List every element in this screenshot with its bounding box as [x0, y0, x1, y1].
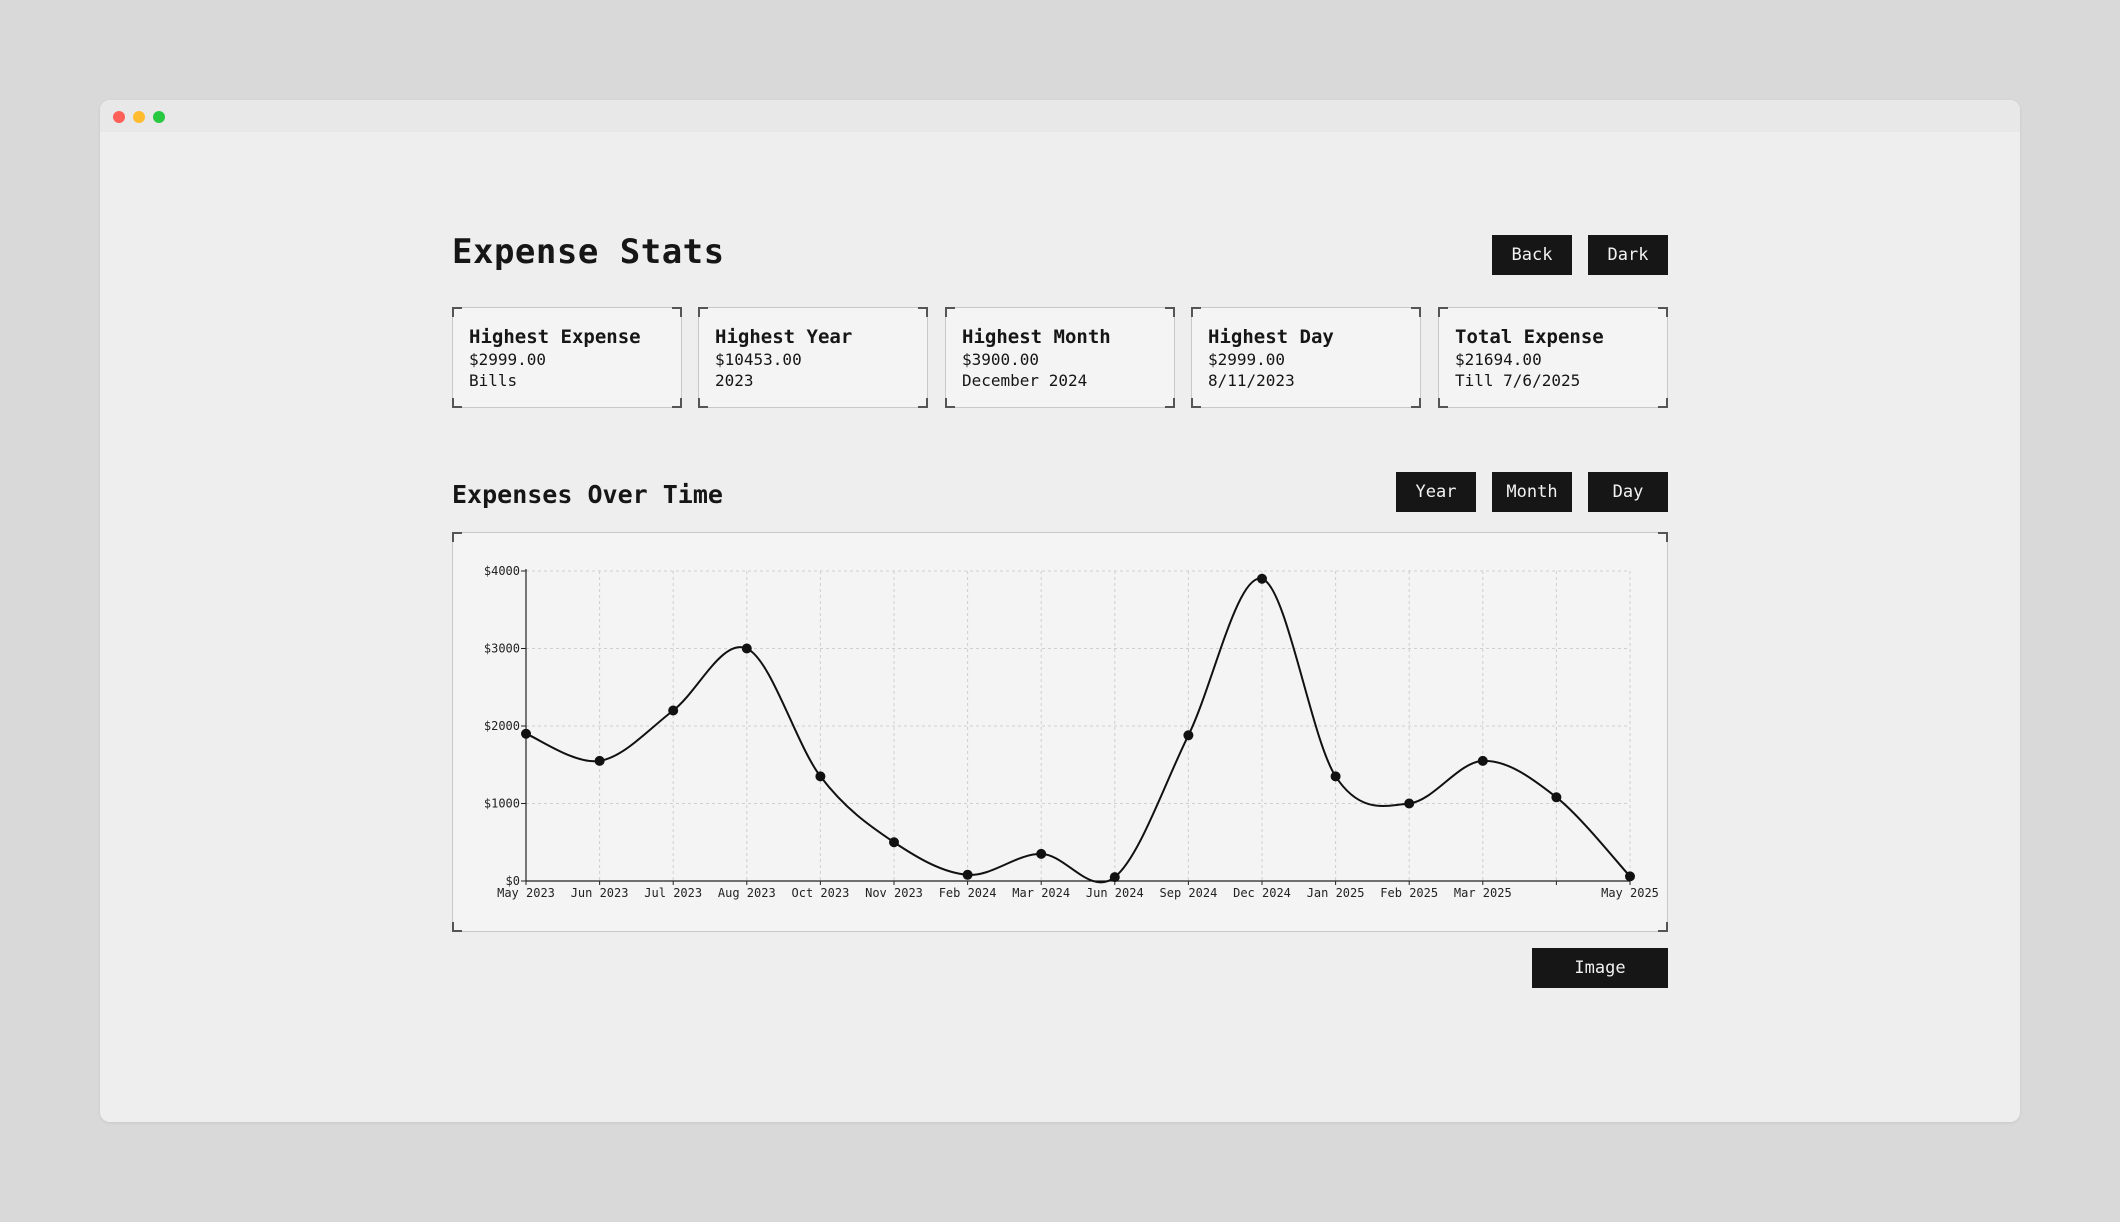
year-button[interactable]: Year: [1396, 472, 1476, 512]
card-detail: Bills: [469, 371, 518, 390]
card-detail: 8/11/2023: [1208, 371, 1295, 390]
series-line: [525, 577, 1631, 884]
app-window: Expense Stats Back Dark Highest Expense …: [100, 100, 2020, 1122]
data-point: [815, 771, 826, 782]
back-button[interactable]: Back: [1492, 235, 1572, 275]
close-window-icon[interactable]: [113, 111, 125, 123]
data-point: [1625, 871, 1635, 882]
x-tick-label: Sep 2024: [1160, 886, 1218, 900]
card-title: Highest Year: [715, 326, 853, 348]
card-value: $2999.00: [1208, 350, 1286, 369]
maximize-window-icon[interactable]: [153, 111, 165, 123]
data-point: [521, 728, 531, 739]
minimize-window-icon[interactable]: [133, 111, 145, 123]
x-tick-label: Mar 2024: [1012, 886, 1070, 900]
stats-cards: Highest Expense $2999.00 Bills Highest Y…: [452, 307, 1668, 408]
page-title: Expense Stats: [452, 232, 725, 272]
main-content: Expense Stats Back Dark Highest Expense …: [452, 100, 1668, 1122]
card-value: $2999.00: [469, 350, 547, 369]
data-point: [1404, 798, 1415, 809]
y-tick-label: $1000: [484, 797, 520, 811]
card-value: $3900.00: [962, 350, 1040, 369]
data-point: [741, 643, 752, 654]
data-point: [594, 755, 605, 766]
section-title: Expenses Over Time: [452, 480, 723, 509]
card-value: $21694.00: [1455, 350, 1542, 369]
card-detail: Till 7/6/2025: [1455, 371, 1581, 390]
card-detail: 2023: [715, 371, 754, 390]
stat-card-highest-day: Highest Day $2999.00 8/11/2023: [1191, 307, 1421, 408]
stat-card-total-expense: Total Expense $21694.00 Till 7/6/2025: [1438, 307, 1668, 408]
data-point: [1036, 848, 1047, 859]
x-tick-label: May 2025: [1601, 886, 1659, 900]
dark-mode-button[interactable]: Dark: [1588, 235, 1668, 275]
x-tick-label: Jun 2024: [1086, 886, 1144, 900]
day-button[interactable]: Day: [1588, 472, 1668, 512]
y-tick-label: $2000: [484, 719, 520, 733]
card-title: Highest Month: [962, 326, 1111, 348]
data-point: [668, 705, 679, 716]
card-title: Highest Day: [1208, 326, 1334, 348]
data-point: [1257, 573, 1267, 584]
data-point: [1330, 771, 1341, 782]
x-tick-label: Feb 2025: [1380, 886, 1438, 900]
x-tick-label: Oct 2023: [792, 886, 850, 900]
x-tick-label: Aug 2023: [718, 886, 776, 900]
stat-card-highest-month: Highest Month $3900.00 December 2024: [945, 307, 1175, 408]
card-title: Total Expense: [1455, 326, 1604, 348]
card-detail: December 2024: [962, 371, 1088, 390]
chart-svg: $0$1000$2000$3000$4000May 2023 Jun 2023 Ju…: [484, 564, 1659, 900]
data-point: [1477, 755, 1488, 766]
data-point: [1551, 792, 1562, 803]
y-tick-label: $3000: [484, 642, 520, 656]
data-point: [1109, 872, 1120, 883]
x-tick-label: Feb 2024: [939, 886, 997, 900]
x-tick-label: Mar 2025: [1454, 886, 1512, 900]
stat-card-highest-year: Highest Year $10453.00 2023: [698, 307, 928, 408]
x-tick-label: May 2023: [497, 886, 555, 900]
card-title: Highest Expense: [469, 326, 641, 348]
x-tick-label: Nov 2023: [865, 886, 923, 900]
y-tick-label: $4000: [484, 564, 520, 578]
x-tick-label: Jul 2023: [644, 886, 702, 900]
x-tick-label: Jun 2023: [571, 886, 629, 900]
x-tick-label: Jan 2025: [1307, 886, 1365, 900]
data-point: [1183, 730, 1194, 741]
export-image-button[interactable]: Image: [1532, 948, 1668, 988]
data-point: [889, 837, 899, 848]
month-button[interactable]: Month: [1492, 472, 1572, 512]
x-tick-label: Dec 2024: [1233, 886, 1291, 900]
stat-card-highest-expense: Highest Expense $2999.00 Bills: [452, 307, 682, 408]
card-value: $10453.00: [715, 350, 802, 369]
expenses-chart: $0 $1000 $2000 $3000 $4000 May 2023 Jun 2023 Ju…: [452, 532, 1668, 932]
data-point: [962, 869, 973, 880]
